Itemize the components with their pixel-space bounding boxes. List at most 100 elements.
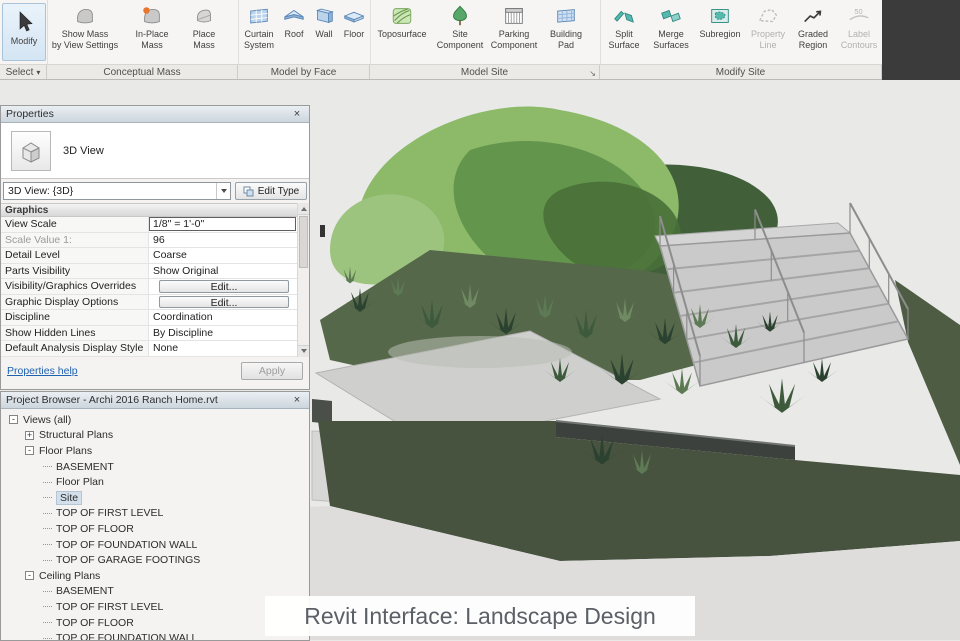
label-contours-button[interactable]: 50 Label Contours [838, 2, 880, 50]
toposurface-icon [392, 8, 412, 24]
property-row: Visibility/Graphics Overrides Edit... [1, 279, 309, 295]
tree-item-top-of-foundation-wall[interactable]: TOP OF FOUNDATION WALL [1, 537, 309, 553]
property-line-button[interactable]: Property Line [745, 2, 791, 50]
caption: Revit Interface: Landscape Design [265, 596, 695, 636]
properties-help-link[interactable]: Properties help [7, 365, 78, 377]
parking-component-icon [505, 8, 523, 24]
tree-item-floor-plan[interactable]: Floor Plan [1, 474, 309, 490]
edit-type-icon [243, 186, 254, 196]
graded-region-button[interactable]: Graded Region [791, 2, 835, 50]
scale-value[interactable]: 96 [149, 233, 297, 248]
tree-branch-line [43, 512, 52, 514]
site-component-button[interactable]: Site Component [433, 2, 487, 50]
expander-plus-icon[interactable]: + [25, 430, 34, 440]
subregion-icon [711, 9, 729, 23]
graded-region-icon [804, 10, 822, 23]
selected-view[interactable]: Site [56, 490, 83, 505]
show-mass-button[interactable]: Show Mass by View Settings [48, 2, 122, 50]
conceptual-mass-panel-label: Conceptual Mass [47, 65, 238, 79]
view-type-name: 3D View [63, 144, 104, 157]
discipline-value[interactable]: Coordination [149, 310, 297, 325]
tree-item-site[interactable]: Site [1, 490, 309, 506]
expander-minus-icon[interactable]: - [25, 446, 34, 456]
building-pad-button[interactable]: Building Pad [541, 2, 591, 50]
floor-button[interactable]: Floor [339, 2, 369, 40]
tree-item-ceiling-top-of-foundation-wall[interactable]: TOP OF FOUNDATION WALL [1, 630, 309, 640]
show-hidden-lines-value[interactable]: By Discipline [149, 326, 297, 341]
scroll-up-icon[interactable] [298, 203, 309, 215]
parking-component-button[interactable]: Parking Component [487, 2, 541, 50]
tree-branch-line [43, 622, 52, 624]
tree-item-views-all[interactable]: - Views (all) [1, 412, 309, 428]
toposurface-button[interactable]: Toposurface [371, 2, 433, 40]
visibility-overrides-edit-button[interactable]: Edit... [159, 280, 289, 293]
roof-button[interactable]: Roof [279, 2, 309, 40]
dropdown-arrow-icon: ▾ [36, 67, 41, 77]
property-row: View Scale 1/8" = 1'-0" [1, 217, 309, 233]
scrollbar-thumb[interactable] [299, 216, 308, 268]
tree-item-ceiling-top-of-floor[interactable]: TOP OF FLOOR [1, 615, 309, 631]
panel-launcher-icon[interactable]: ↘ [589, 69, 596, 78]
modify-button[interactable]: Modify [2, 3, 46, 61]
edit-type-button[interactable]: Edit Type [235, 182, 307, 200]
apply-button[interactable]: Apply [241, 361, 303, 380]
property-row: Default Analysis Display Style None [1, 341, 309, 357]
model-site-panel-label: Model Site ↘ [370, 65, 600, 79]
ribbon-panel-labels: Select ▾ Conceptual Mass Model by Face M… [0, 64, 882, 79]
tree-item-top-of-floor[interactable]: TOP OF FLOOR [1, 521, 309, 537]
properties-title-bar[interactable]: Properties × [1, 106, 309, 123]
tree-branch-line [43, 559, 52, 561]
svg-text:50: 50 [854, 7, 862, 16]
place-mass-icon [196, 9, 211, 23]
merge-surfaces-icon [661, 9, 681, 23]
tree-item-top-of-garage-footings[interactable]: TOP OF GARAGE FOOTINGS [1, 552, 309, 568]
expander-minus-icon[interactable]: - [9, 415, 18, 425]
close-icon[interactable]: × [290, 108, 304, 120]
tree-branch-line [43, 466, 52, 468]
close-icon[interactable]: × [290, 394, 304, 406]
split-surface-button[interactable]: Split Surface [601, 2, 647, 50]
type-selector[interactable]: 3D View [1, 123, 309, 179]
view-type-icon [11, 130, 51, 171]
analysis-display-value[interactable]: None [149, 341, 297, 356]
tree-branch-line [43, 481, 52, 483]
graphic-display-edit-button[interactable]: Edit... [159, 295, 289, 308]
wall-button[interactable]: Wall [309, 2, 339, 40]
tree-item-floor-plans[interactable]: - Floor Plans [1, 443, 309, 459]
place-mass-button[interactable]: Place Mass [179, 2, 229, 50]
tree-item-ceiling-plans[interactable]: - Ceiling Plans [1, 568, 309, 584]
combo-dropdown-icon[interactable] [216, 183, 230, 199]
tree-item-top-of-first-level[interactable]: TOP OF FIRST LEVEL [1, 506, 309, 522]
view-scale-value[interactable]: 1/8" = 1'-0" [149, 217, 296, 231]
graphics-section-header[interactable]: Graphics [1, 203, 309, 217]
parts-visibility-value[interactable]: Show Original [149, 264, 297, 279]
tree-item-ceiling-top-of-first-level[interactable]: TOP OF FIRST LEVEL [1, 599, 309, 615]
properties-panel: Properties × 3D View 3D View: {3D} Edit … [0, 105, 310, 390]
merge-surfaces-button[interactable]: Merge Surfaces [647, 2, 695, 50]
roof-icon [284, 9, 304, 20]
select-panel-label[interactable]: Select ▾ [0, 65, 47, 79]
ribbon: Modify Show Mass by View Settings In-Pla… [0, 0, 882, 80]
tree-item-structural-plans[interactable]: + Structural Plans [1, 428, 309, 444]
label-contours-icon: 50 [849, 7, 869, 21]
wall-icon [315, 8, 334, 24]
tree-item-ceiling-basement[interactable]: BASEMENT [1, 584, 309, 600]
curtain-system-button[interactable]: Curtain System [239, 2, 279, 50]
view-selector-combo[interactable]: 3D View: {3D} [3, 182, 231, 200]
inplace-mass-button[interactable]: In-Place Mass [125, 2, 179, 50]
tree-branch-line [43, 497, 52, 499]
tree-item-basement[interactable]: BASEMENT [1, 459, 309, 475]
scroll-down-icon[interactable] [298, 344, 309, 357]
tree-branch-line [43, 544, 52, 546]
subregion-button[interactable]: Subregion [695, 2, 745, 40]
detail-level-value[interactable]: Coarse [149, 248, 297, 263]
property-row: Discipline Coordination [1, 310, 309, 326]
expander-minus-icon[interactable]: - [25, 571, 34, 581]
project-browser-panel: Project Browser - Archi 2016 Ranch Home.… [0, 391, 310, 641]
property-row: Parts Visibility Show Original [1, 263, 309, 279]
tree-branch-line [43, 637, 52, 639]
browser-tree: - Views (all) + Structural Plans - Floor… [1, 409, 309, 640]
project-browser-title-bar[interactable]: Project Browser - Archi 2016 Ranch Home.… [1, 392, 309, 409]
properties-scrollbar[interactable] [297, 203, 309, 357]
curtain-system-icon [250, 8, 268, 24]
